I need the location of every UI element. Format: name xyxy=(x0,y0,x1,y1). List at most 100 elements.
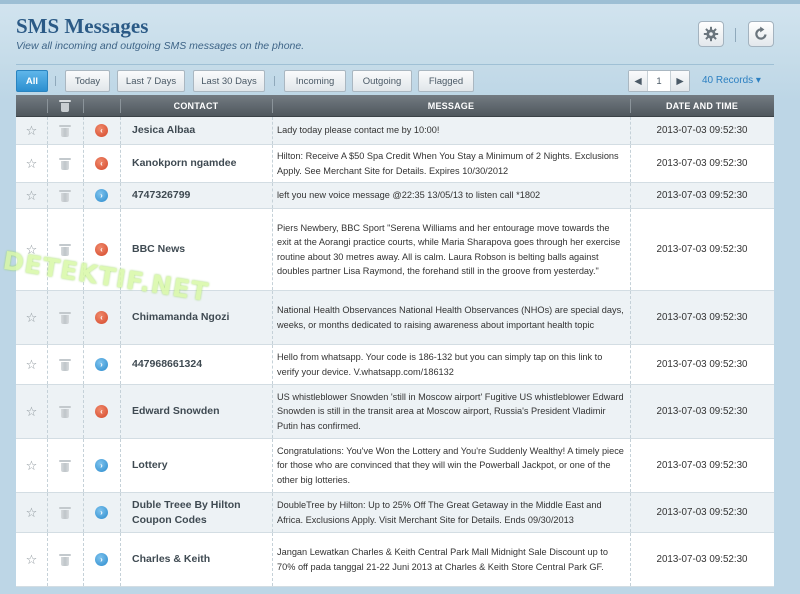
trash-icon xyxy=(59,459,71,472)
chevron-right-icon: ▶ xyxy=(676,75,684,87)
message-text: left you new voice message @22:35 13/05/… xyxy=(277,190,541,201)
filter-last-7-days-button[interactable]: Last 7 Days xyxy=(117,70,185,92)
prev-page-button[interactable]: ◀ xyxy=(629,71,647,91)
contact-name: Kanokporn ngamdee xyxy=(132,157,237,169)
incoming-arrow-icon: ‹ xyxy=(95,405,108,418)
message-text: DoubleTree by Hilton: Up to 25% Off The … xyxy=(277,500,602,525)
direction-indicator: ‹ xyxy=(83,385,120,438)
star-icon: ☆ xyxy=(25,552,38,567)
incoming-arrow-icon: ‹ xyxy=(95,124,108,137)
trash-icon xyxy=(59,506,71,519)
table-row[interactable]: ☆ › 447968661324 Hello from whatsapp. Your … xyxy=(16,345,774,385)
table-row[interactable]: ☆ › Charles & Keith Jangan Lewatkan Charles… xyxy=(16,533,774,587)
trash-icon xyxy=(59,157,71,170)
message-datetime: 2013-07-03 09:52:30 xyxy=(656,312,748,323)
trash-icon xyxy=(59,311,71,324)
filter-divider xyxy=(55,76,56,86)
filter-flagged-button[interactable]: Flagged xyxy=(418,70,474,92)
star-icon: ☆ xyxy=(25,156,38,171)
star-icon: ☆ xyxy=(25,123,38,138)
delete-button[interactable] xyxy=(47,183,83,208)
flag-star-button[interactable]: ☆ xyxy=(16,291,47,344)
contact-name: Lottery xyxy=(132,459,168,471)
flag-star-button[interactable]: ☆ xyxy=(16,533,47,586)
outgoing-arrow-icon: › xyxy=(95,358,108,371)
contact-name: Duble Treee By Hilton Coupon Codes xyxy=(132,498,241,526)
delete-button[interactable] xyxy=(47,533,83,586)
filter-incoming-button[interactable]: Incoming xyxy=(284,70,346,92)
records-per-page-dropdown[interactable]: 40 Records ▾ xyxy=(702,75,761,86)
star-icon: ☆ xyxy=(25,357,38,372)
message-datetime: 2013-07-03 09:52:30 xyxy=(656,507,748,518)
delete-button[interactable] xyxy=(47,345,83,384)
flag-star-button[interactable]: ☆ xyxy=(16,439,47,492)
message-column-header[interactable]: MESSAGE xyxy=(272,95,630,117)
messages-table-body: ☆ ‹ Jesica Albaa Lady today please contact … xyxy=(16,117,774,594)
message-datetime: 2013-07-03 09:52:30 xyxy=(656,244,748,255)
table-header: CONTACT MESSAGE DATE AND TIME xyxy=(16,95,774,117)
datetime-column-header[interactable]: DATE AND TIME xyxy=(630,95,774,117)
star-icon: ☆ xyxy=(25,310,38,325)
trash-icon xyxy=(59,124,71,137)
flag-star-button[interactable]: ☆ xyxy=(16,117,47,144)
incoming-arrow-icon: ‹ xyxy=(95,243,108,256)
message-datetime: 2013-07-03 09:52:30 xyxy=(656,406,748,417)
current-page[interactable]: 1 xyxy=(647,71,671,91)
next-page-button[interactable]: ▶ xyxy=(671,71,689,91)
filter-all-button[interactable]: All xyxy=(16,70,48,92)
trash-column-header[interactable] xyxy=(47,95,83,117)
incoming-arrow-icon: ‹ xyxy=(95,157,108,170)
page-subtitle: View all incoming and outgoing SMS messa… xyxy=(16,40,305,52)
delete-button[interactable] xyxy=(47,117,83,144)
outgoing-arrow-icon: › xyxy=(95,189,108,202)
star-icon: ☆ xyxy=(25,188,38,203)
refresh-button[interactable] xyxy=(748,21,774,47)
delete-button[interactable] xyxy=(47,385,83,438)
contact-name: Charles & Keith xyxy=(132,553,211,565)
sms-messages-panel: SMS Messages View all incoming and outgo… xyxy=(0,0,800,594)
flag-star-button[interactable]: ☆ xyxy=(16,145,47,182)
message-text: National Health Observances National Hea… xyxy=(277,305,624,330)
delete-button[interactable] xyxy=(47,145,83,182)
message-text: Lady today please contact me by 10:00! xyxy=(277,125,440,136)
filter-outgoing-button[interactable]: Outgoing xyxy=(352,70,412,92)
table-row[interactable]: ☆ ‹ Kanokporn ngamdee Hilton: Receive A $50… xyxy=(16,145,774,183)
table-row[interactable]: ☆ › Lottery Congratulations: You've Won the… xyxy=(16,439,774,493)
outgoing-arrow-icon: › xyxy=(95,553,108,566)
settings-button[interactable] xyxy=(698,21,724,47)
delete-button[interactable] xyxy=(47,291,83,344)
table-row[interactable]: ☆ ‹ Jesica Albaa Lady today please contact … xyxy=(16,117,774,145)
outgoing-arrow-icon: › xyxy=(95,506,108,519)
message-datetime: 2013-07-03 09:52:30 xyxy=(656,554,748,565)
trash-icon xyxy=(59,243,71,256)
table-row[interactable]: ☆ › 4747326799 left you new voice message @… xyxy=(16,183,774,209)
contact-name: Jesica Albaa xyxy=(132,124,196,136)
filter-last-30-days-button[interactable]: Last 30 Days xyxy=(193,70,265,92)
star-icon: ☆ xyxy=(25,458,38,473)
table-row[interactable]: ☆ ‹ Edward Snowden US whistleblower Snowden… xyxy=(16,385,774,439)
contact-column-header[interactable]: CONTACT xyxy=(120,95,272,117)
message-datetime: 2013-07-03 09:52:30 xyxy=(656,158,748,169)
delete-button[interactable] xyxy=(47,439,83,492)
direction-indicator: ‹ xyxy=(83,291,120,344)
message-text: Jangan Lewatkan Charles & Keith Central … xyxy=(277,547,608,572)
flag-star-button[interactable]: ☆ xyxy=(16,385,47,438)
delete-button[interactable] xyxy=(47,493,83,532)
page-title: SMS Messages xyxy=(16,14,149,38)
flag-star-button[interactable]: ☆ xyxy=(16,183,47,208)
table-row[interactable]: ☆ › Duble Treee By Hilton Coupon Codes Doub… xyxy=(16,493,774,533)
filter-divider xyxy=(274,76,275,86)
flag-star-button[interactable]: ☆ xyxy=(16,493,47,532)
incoming-arrow-icon: ‹ xyxy=(95,311,108,324)
direction-indicator: › xyxy=(83,493,120,532)
filter-today-button[interactable]: Today xyxy=(65,70,110,92)
header-divider xyxy=(735,28,736,42)
trash-icon xyxy=(59,189,71,202)
star-icon: ☆ xyxy=(25,404,38,419)
message-text: Hilton: Receive A $50 Spa Credit When Yo… xyxy=(277,151,619,176)
table-row[interactable]: ☆ ‹ Chimamanda Ngozi National Health Observ… xyxy=(16,291,774,345)
message-datetime: 2013-07-03 09:52:30 xyxy=(656,125,748,136)
flag-star-button[interactable]: ☆ xyxy=(16,345,47,384)
trash-icon xyxy=(59,100,71,112)
outgoing-arrow-icon: › xyxy=(95,459,108,472)
